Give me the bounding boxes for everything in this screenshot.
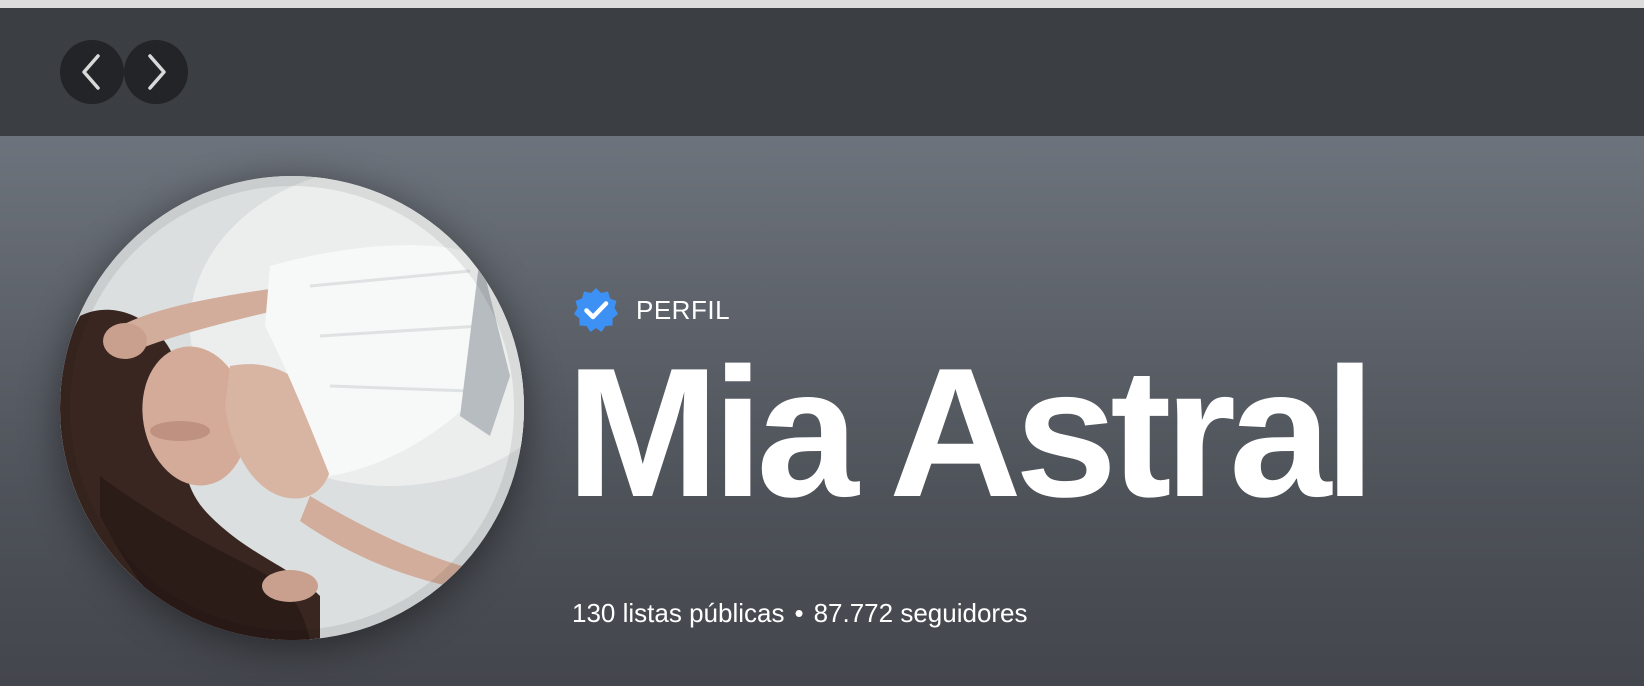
back-button[interactable] <box>60 40 124 104</box>
chevron-right-icon <box>148 54 166 90</box>
window-frame-top <box>0 0 1644 8</box>
profile-name: Mia Astral <box>566 329 1376 535</box>
public-playlists-link[interactable]: 130 listas públicas <box>572 598 784 628</box>
followers-link[interactable]: 87.772 seguidores <box>814 598 1028 628</box>
profile-header: PERFIL Mia Astral 130 listas públicas • 87… <box>0 136 1644 686</box>
stats-separator: • <box>794 598 804 628</box>
verified-badge-icon <box>574 288 618 332</box>
profile-type-label: PERFIL <box>636 294 731 325</box>
top-bar <box>0 8 1644 136</box>
profile-type-row: PERFIL <box>572 286 730 334</box>
profile-stats: 130 listas públicas • 87.772 seguidores <box>572 598 1028 629</box>
profile-photo <box>60 176 524 640</box>
chevron-left-icon <box>82 54 100 90</box>
forward-button[interactable] <box>124 40 188 104</box>
profile-avatar[interactable] <box>60 176 524 640</box>
